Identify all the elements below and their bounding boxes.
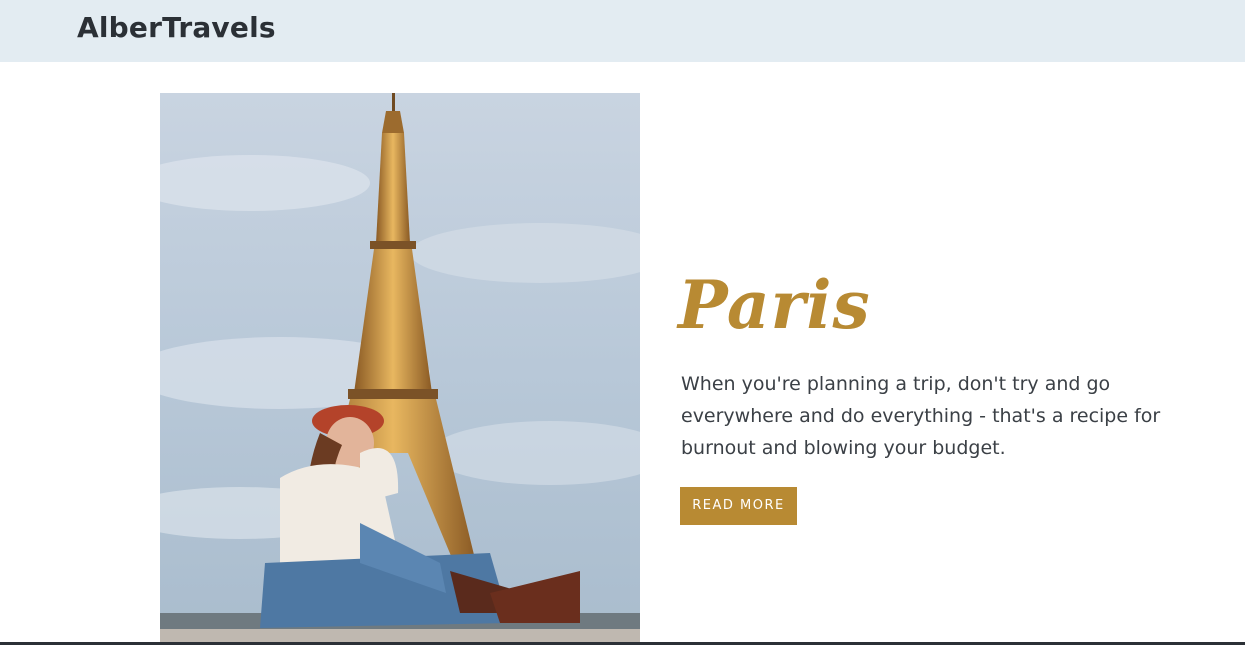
read-more-button[interactable]: READ MORE bbox=[680, 487, 797, 525]
brand-logo[interactable]: AlberTravels bbox=[77, 11, 276, 44]
top-navbar: AlberTravels bbox=[0, 0, 1245, 62]
destination-title: Paris bbox=[678, 266, 871, 344]
hero-photo bbox=[160, 93, 640, 645]
destination-description: When you're planning a trip, don't try a… bbox=[681, 373, 1161, 459]
